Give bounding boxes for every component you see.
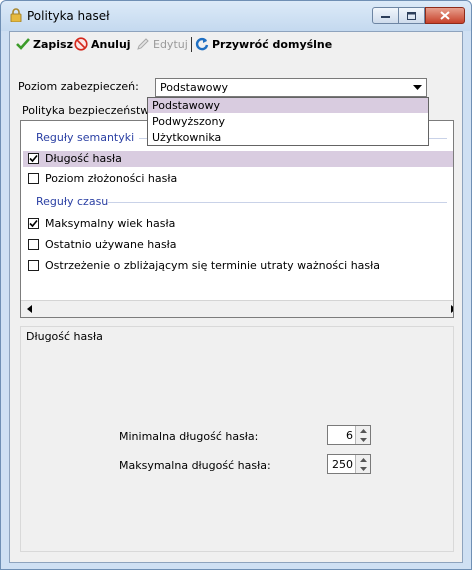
rule-label: Ostatnio używane hasła <box>45 238 177 251</box>
lock-icon <box>10 8 22 22</box>
rule-row-expiry-warning[interactable]: Ostrzeżenie o zbliżającym się terminie u… <box>23 258 453 274</box>
pencil-icon <box>137 38 149 50</box>
rule-row-password-length[interactable]: Długość hasła <box>23 151 453 167</box>
close-icon <box>440 11 450 20</box>
maximize-icon <box>407 11 416 20</box>
maximize-button[interactable] <box>399 7 425 24</box>
option-uzytkownika[interactable]: Użytkownika <box>148 130 428 145</box>
cancel-icon <box>74 37 88 51</box>
rule-row-complexity[interactable]: Poziom złożoności hasła <box>23 171 453 187</box>
rule-row-max-age[interactable]: Maksymalny wiek hasła <box>23 216 453 232</box>
stepper-buttons <box>355 426 370 444</box>
chevron-up-icon <box>359 457 367 462</box>
checkmark-icon <box>29 154 38 163</box>
max-age-checkbox[interactable] <box>28 218 39 229</box>
save-button[interactable]: Zapisz <box>16 36 73 52</box>
rule-label: Długość hasła <box>45 152 122 165</box>
min-length-label: Minimalna długość hasła: <box>119 430 259 443</box>
expiry-warning-checkbox[interactable] <box>28 260 39 271</box>
save-label: Zapisz <box>33 37 73 51</box>
chevron-left-icon <box>26 305 32 313</box>
password-policy-window: Polityka haseł Zapisz Anuluj Edytuj Przy… <box>0 0 472 570</box>
cancel-label: Anuluj <box>91 37 131 51</box>
time-rules-group-title: Reguły czasu <box>36 195 109 208</box>
security-level-select[interactable]: Podstawowy <box>155 78 427 97</box>
chevron-down-icon <box>359 466 367 471</box>
toolbar-separator <box>191 37 192 52</box>
rule-label: Ostrzeżenie o zbliżającym się terminie u… <box>45 259 381 272</box>
password-length-checkbox[interactable] <box>28 153 39 164</box>
decrement-button[interactable] <box>356 464 370 473</box>
security-level-label: Poziom zabezpieczeń: <box>18 80 139 93</box>
minimize-button[interactable] <box>372 7 399 24</box>
security-level-dropdown-list: Podstawowy Podwyższony Użytkownika <box>147 97 429 146</box>
group-divider <box>108 202 447 203</box>
edit-label: Edytuj <box>153 37 188 51</box>
horizontal-scrollbar[interactable] <box>21 300 453 317</box>
toolbar: Zapisz Anuluj Edytuj Przywróć domyślne <box>10 32 462 56</box>
checkmark-icon <box>29 219 38 228</box>
option-podwyzszony[interactable]: Podwyższony <box>148 114 428 129</box>
rule-label: Poziom złożoności hasła <box>45 172 178 185</box>
decrement-button[interactable] <box>356 435 370 444</box>
max-length-value: 250 <box>332 458 353 471</box>
details-section-title: Długość hasła <box>26 330 103 343</box>
close-button[interactable] <box>425 7 465 24</box>
security-level-value: Podstawowy <box>160 81 228 94</box>
cancel-button[interactable]: Anuluj <box>74 36 131 52</box>
restore-icon <box>195 37 209 51</box>
chevron-down-icon <box>359 437 367 442</box>
chevron-right-icon <box>450 305 453 313</box>
restore-label: Przywróć domyślne <box>212 37 333 51</box>
restore-defaults-button[interactable]: Przywróć domyślne <box>195 36 332 52</box>
scroll-right-button[interactable] <box>445 301 453 317</box>
rule-row-recent-passwords[interactable]: Ostatnio używane hasła <box>23 237 453 253</box>
dropdown-arrow[interactable] <box>409 79 426 96</box>
minimize-icon <box>381 15 390 18</box>
recent-passwords-checkbox[interactable] <box>28 239 39 250</box>
title-bar[interactable]: Polityka haseł <box>1 1 471 31</box>
details-section: Długość hasła Minimalna długość hasła: 6… <box>20 326 454 552</box>
rule-label: Maksymalny wiek hasła <box>45 217 176 230</box>
checkmark-icon <box>16 38 30 50</box>
min-length-stepper[interactable]: 6 <box>327 425 371 445</box>
scroll-left-button[interactable] <box>21 301 37 317</box>
option-podstawowy[interactable]: Podstawowy <box>148 98 428 113</box>
chevron-up-icon <box>359 428 367 433</box>
min-length-value: 6 <box>346 429 353 442</box>
complexity-checkbox[interactable] <box>28 173 39 184</box>
chevron-down-icon <box>413 85 422 90</box>
edit-button[interactable]: Edytuj <box>136 36 188 52</box>
window-title: Polityka haseł <box>27 9 110 23</box>
rules-list: Reguły semantyki Długość hasła Poziom zł… <box>20 120 454 318</box>
stepper-buttons <box>355 455 370 473</box>
semantic-rules-group-title: Reguły semantyki <box>36 131 135 144</box>
max-length-label: Maksymalna długość hasła: <box>119 459 271 472</box>
max-length-stepper[interactable]: 250 <box>327 454 371 474</box>
